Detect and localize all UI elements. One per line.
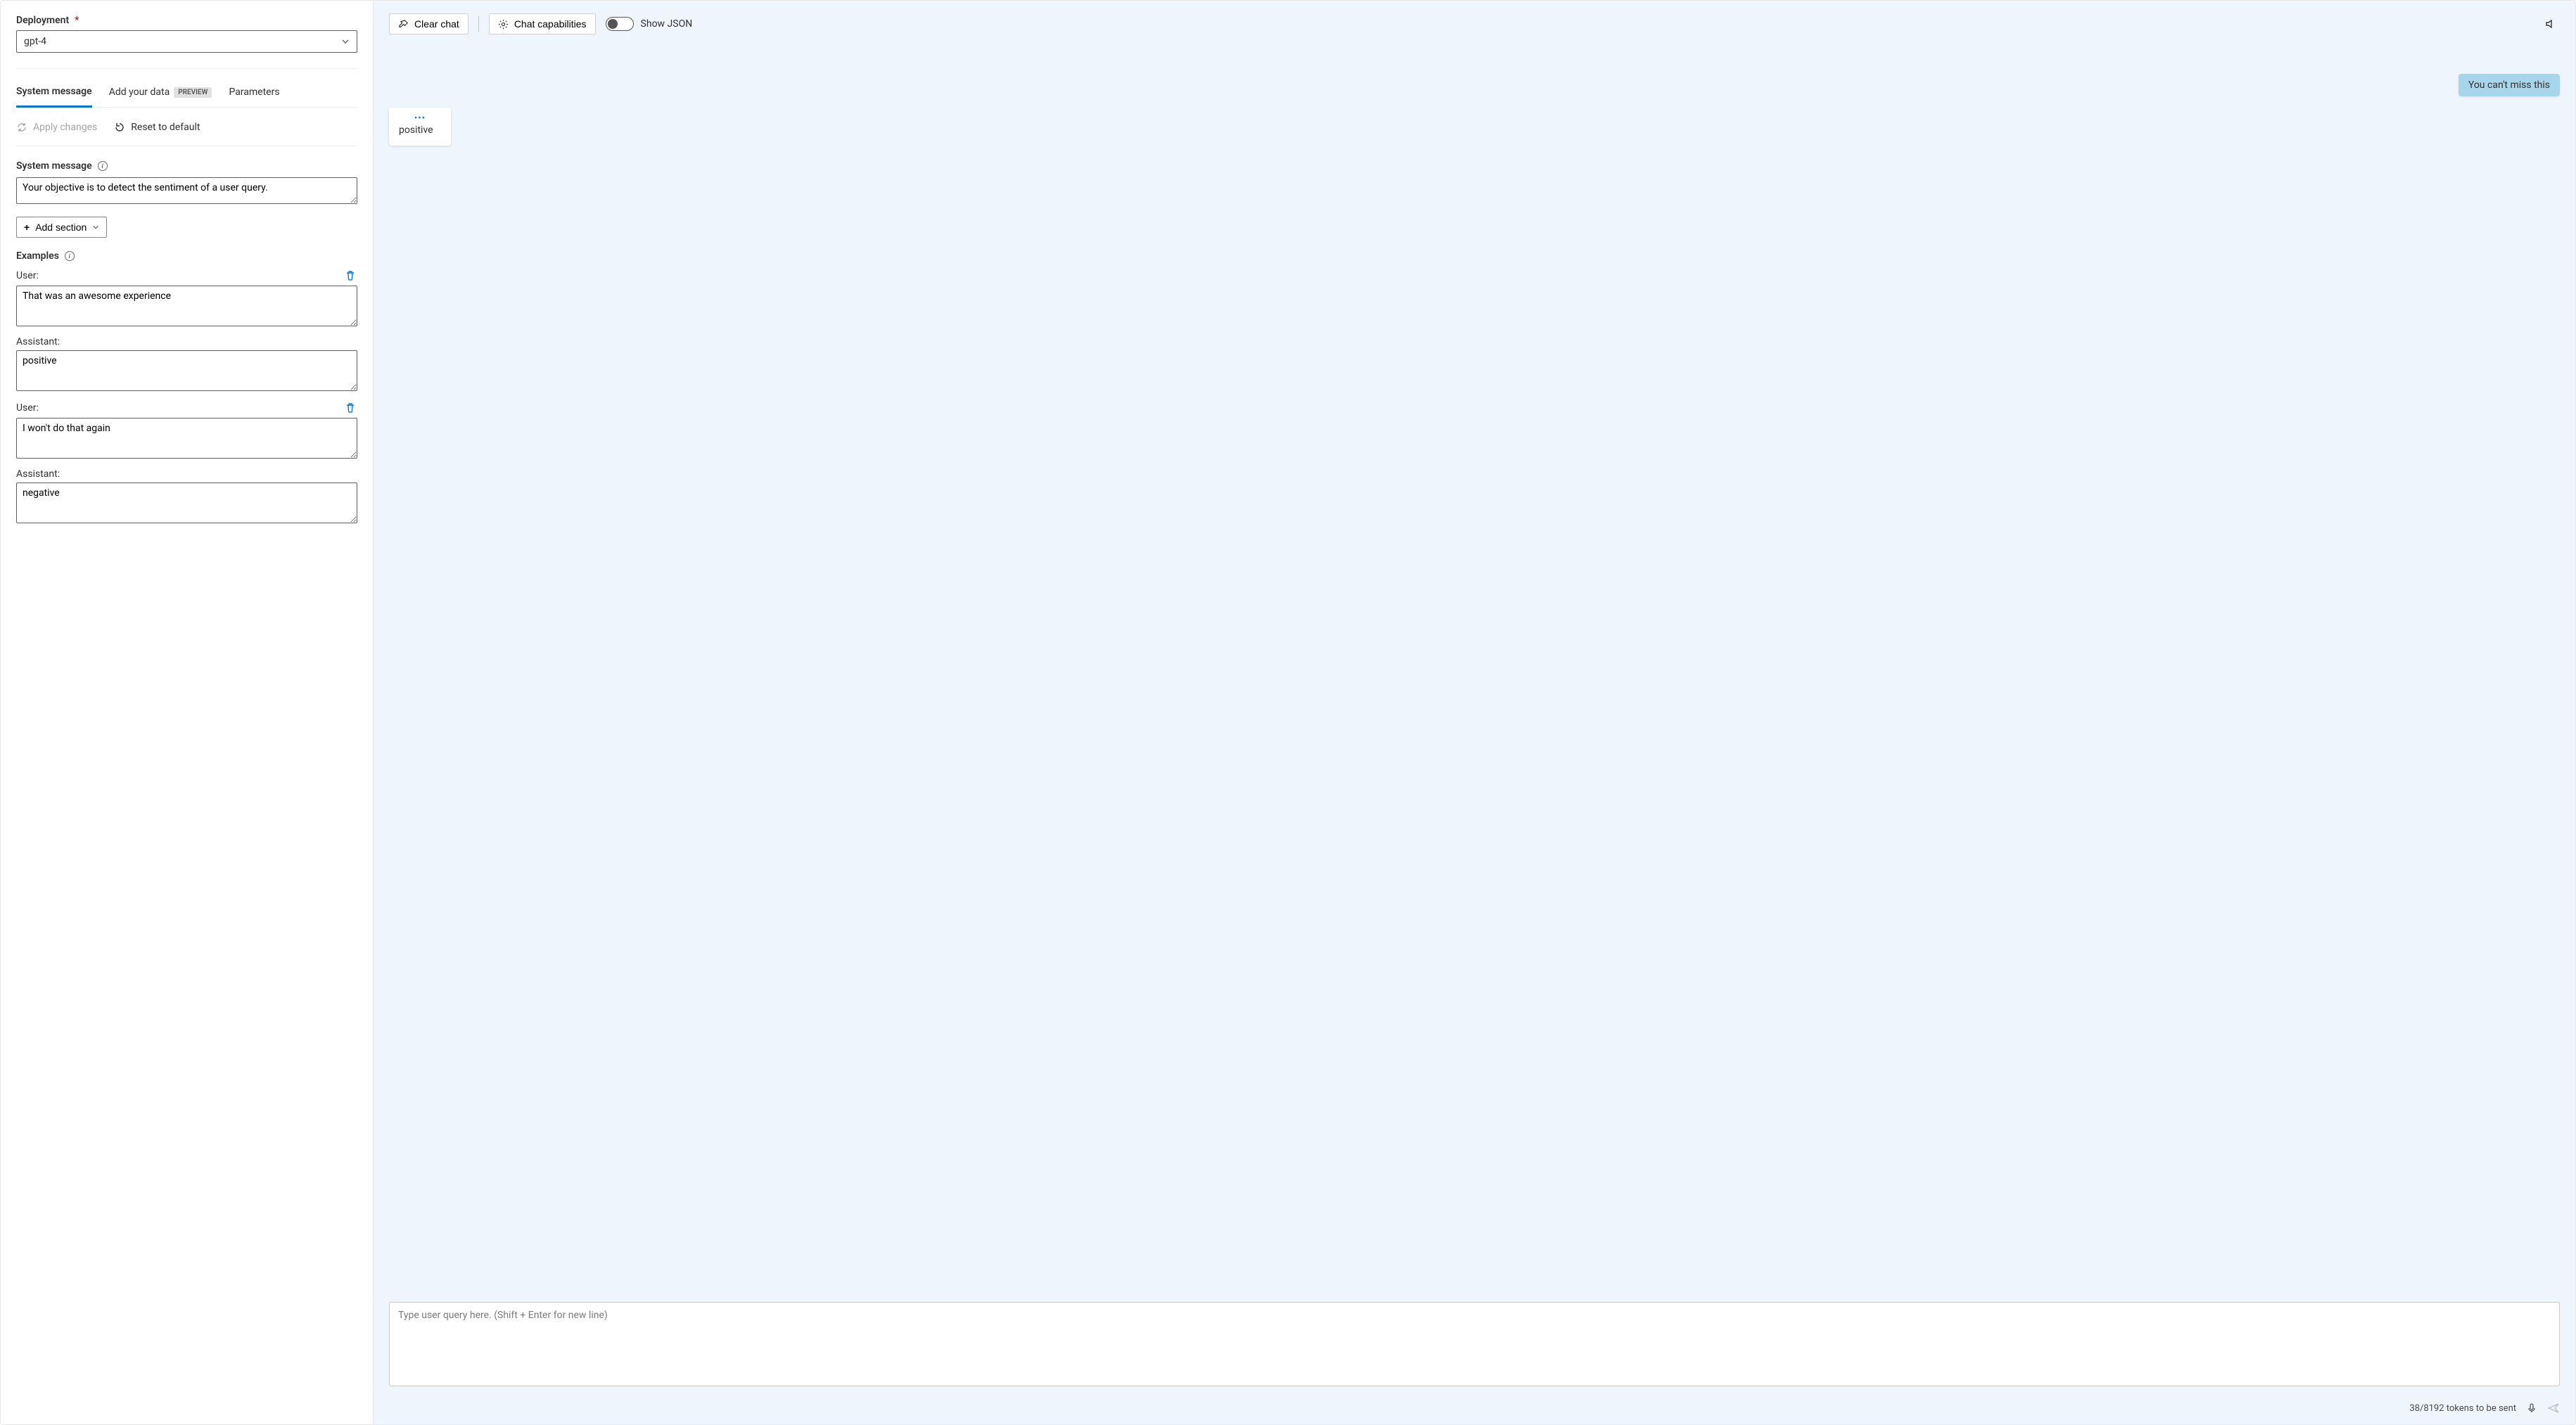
tab-add-your-data[interactable]: Add your data PREVIEW [109,87,212,106]
system-message-label: System message i [16,160,357,172]
show-json-toggle-group: Show JSON [606,17,693,31]
tab-parameters[interactable]: Parameters [229,87,279,106]
plus-icon: + [24,222,30,233]
token-status: 38/8192 tokens to be sent [2409,1403,2516,1414]
send-icon [2547,1402,2560,1414]
chat-right-pane: Clear chat Chat capabilities Show JSON [374,1,2575,1424]
example-user-input[interactable] [16,418,357,459]
trash-icon [345,402,356,414]
config-tabs: System message Add your data PREVIEW Par… [16,86,357,108]
info-icon[interactable]: i [65,251,75,261]
preview-badge: PREVIEW [174,87,212,98]
speaker-icon [2544,18,2557,30]
chevron-down-icon [92,224,99,231]
system-message-input[interactable] [16,177,357,204]
chat-toolbar: Clear chat Chat capabilities Show JSON [374,1,2575,40]
microphone-button[interactable] [2526,1402,2537,1414]
tab-system-message[interactable]: System message [16,86,92,108]
config-subtoolbar: Apply changes Reset to default [16,122,357,146]
delete-example-button[interactable] [343,401,357,415]
examples-label: Examples i [16,250,357,262]
divider [16,68,357,69]
chevron-down-icon [341,37,350,46]
deployment-value: gpt-4 [24,36,46,47]
deployment-dropdown[interactable]: gpt-4 [16,30,357,53]
deployment-label: Deployment* [16,15,357,26]
show-json-label: Show JSON [641,18,693,30]
broom-icon [398,19,409,30]
sync-icon [16,122,27,133]
reset-to-default-button[interactable]: Reset to default [114,122,200,133]
user-message-bubble: You can't miss this [2459,74,2560,96]
chat-capabilities-button[interactable]: Chat capabilities [489,13,596,34]
chat-input[interactable] [389,1302,2560,1386]
speaker-button[interactable] [2544,18,2557,30]
chat-footer: 38/8192 tokens to be sent [374,1396,2575,1424]
example-user-label: User: [16,270,39,281]
info-icon[interactable]: i [98,161,108,171]
examples-section: Examples i User: Assistant: User: [16,250,357,526]
clear-chat-button[interactable]: Clear chat [389,13,468,34]
show-json-toggle[interactable] [606,17,634,31]
example-assistant-label: Assistant: [16,336,60,347]
trash-icon [345,270,356,281]
toolbar-divider [478,16,479,32]
system-message-section: System message i + Add section [16,160,357,238]
send-button[interactable] [2547,1402,2560,1414]
required-indicator: * [75,15,79,26]
example-user-label: User: [16,402,39,414]
message-menu-button[interactable]: ••• [389,113,451,124]
reset-icon [114,122,125,133]
user-message-row: You can't miss this [389,74,2560,96]
chat-body: You can't miss this ••• positive [374,40,2575,1302]
apply-changes-button: Apply changes [16,122,97,133]
chat-input-area [374,1302,2575,1396]
example-assistant-label: Assistant: [16,468,60,480]
example-user-input[interactable] [16,286,357,326]
example-assistant-input[interactable] [16,350,357,391]
microphone-icon [2526,1402,2537,1414]
delete-example-button[interactable] [343,269,357,283]
example-assistant-input[interactable] [16,483,357,523]
gear-icon [498,19,509,30]
add-section-button[interactable]: + Add section [16,217,107,238]
config-left-pane: Deployment* gpt-4 System message Add you… [1,1,374,1424]
assistant-message-card: ••• positive [389,108,451,146]
